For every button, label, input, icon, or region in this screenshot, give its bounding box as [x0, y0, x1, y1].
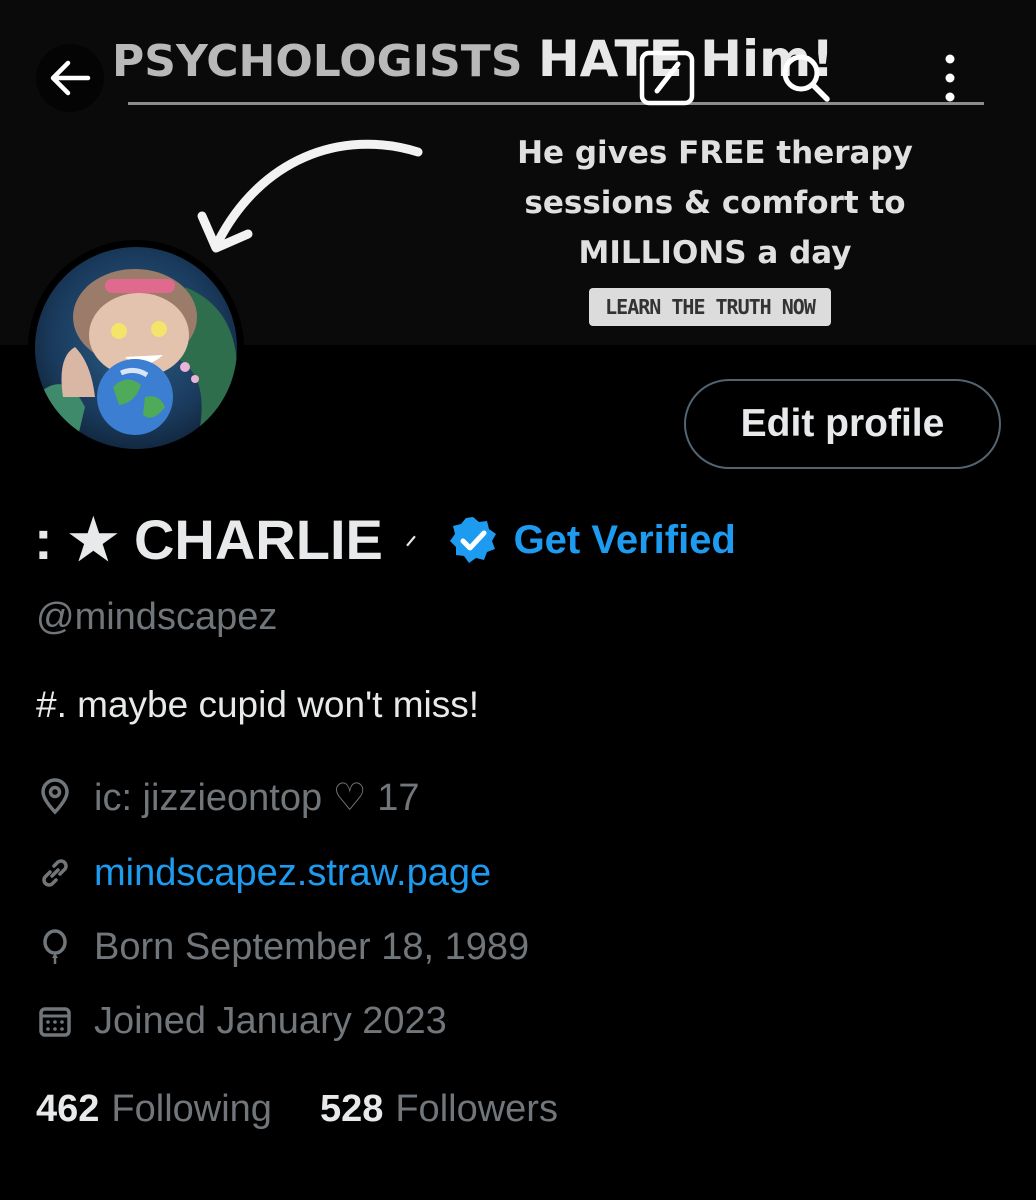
back-button[interactable] [36, 44, 104, 112]
birthday-row: Born September 18, 1989 [36, 922, 529, 972]
grok-button[interactable] [626, 44, 708, 112]
verified-badge-icon[interactable] [448, 515, 498, 565]
avatar-image [35, 247, 237, 449]
bio: #. maybe cupid won't miss! [36, 684, 480, 725]
more-options-button[interactable] [920, 44, 980, 112]
more-vertical-icon [945, 54, 955, 102]
website-row: mindscapez.straw.page [36, 848, 491, 898]
joined-text: Joined January 2023 [94, 999, 447, 1042]
calendar-icon [39, 1007, 71, 1037]
banner-cta: LEARN THE TRUTH NOW [589, 288, 831, 326]
balloon-icon [43, 929, 67, 964]
following-label: Following [111, 1088, 272, 1130]
followers-label: Followers [395, 1088, 558, 1130]
edit-profile-button[interactable]: Edit profile [684, 379, 1001, 469]
joined-row: Joined January 2023 [36, 996, 447, 1046]
banner-headline: PSYCHOLOGISTS HATE Him! [112, 30, 835, 88]
grok-icon [639, 50, 695, 106]
banner-divider [128, 102, 984, 105]
followers-count: 528 [319, 1088, 384, 1130]
display-name: : ★ CHARLIE [34, 508, 383, 571]
following-stat[interactable]: 462 Following [36, 1088, 272, 1131]
banner-copy: He gives FREE therapy sessions & comfort… [517, 135, 913, 271]
curved-arrow-icon [197, 139, 423, 253]
location-pin-icon [41, 778, 69, 815]
avatar[interactable] [28, 240, 244, 456]
name-decoration: ᐟ [404, 530, 418, 564]
search-button[interactable] [768, 44, 844, 112]
search-icon [782, 54, 830, 102]
follow-stats: 462 Following 528 Followers [36, 1088, 606, 1131]
birthday-text: Born September 18, 1989 [94, 925, 530, 968]
user-handle: @mindscapez [36, 596, 278, 638]
profile-name-row: : ★ CHARLIE ᐟ Get Verified [34, 508, 736, 572]
get-verified-link[interactable]: Get Verified [514, 518, 736, 563]
back-arrow-icon [50, 60, 91, 96]
website-link[interactable]: mindscapez.straw.page [94, 852, 491, 895]
location-row: ic: jizzieontop ♡ 17 [36, 772, 420, 822]
following-count: 462 [36, 1088, 100, 1130]
followers-stat[interactable]: 528 Followers [320, 1088, 558, 1131]
link-icon [42, 859, 68, 887]
location-text: ic: jizzieontop ♡ 17 [94, 776, 420, 819]
